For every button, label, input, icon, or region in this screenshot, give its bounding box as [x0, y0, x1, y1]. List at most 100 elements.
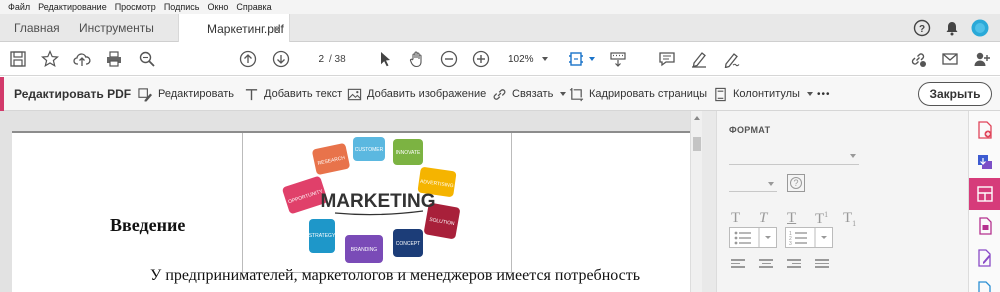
tab-home[interactable]: Главная — [14, 14, 60, 42]
image-icon — [347, 88, 362, 100]
section-heading: Введение — [110, 215, 186, 235]
superscript-icon[interactable]: T1 — [815, 210, 828, 228]
scroll-up-icon[interactable] — [694, 116, 700, 120]
page-fit-caret-icon[interactable] — [586, 49, 596, 69]
link-button[interactable]: Связать — [492, 77, 567, 111]
bulleted-list-select[interactable] — [729, 227, 777, 248]
more-options-icon[interactable]: ••• — [817, 77, 831, 111]
document-viewer[interactable]: RESEARCH CUSTOMER INNOVATE ADVERTISING O… — [0, 111, 702, 292]
zoom-caret-icon[interactable] — [542, 57, 548, 61]
vertical-scrollbar[interactable] — [690, 111, 702, 292]
page-up-icon[interactable] — [238, 49, 258, 69]
crop-pages-button[interactable]: Кадрировать страницы — [569, 77, 707, 111]
edit-button-label: Редактировать — [158, 88, 234, 100]
bubble-customer: CUSTOMER — [355, 147, 384, 153]
print-icon[interactable] — [104, 49, 124, 69]
help-icon[interactable]: ? — [913, 14, 931, 42]
font-family-select[interactable] — [729, 164, 859, 165]
comment-icon[interactable] — [657, 49, 677, 69]
text-style-underline-icon[interactable]: T — [787, 210, 796, 227]
menu-edit[interactable]: Редактирование — [34, 2, 111, 12]
tools-rail — [968, 111, 1000, 292]
numbered-list-select[interactable]: 123 — [785, 227, 833, 248]
align-justify-icon[interactable] — [815, 259, 829, 271]
user-add-icon[interactable] — [972, 49, 992, 69]
menu-file[interactable]: Файл — [4, 2, 34, 12]
zoom-in-icon[interactable] — [471, 49, 491, 69]
header-footer-caret-icon — [806, 92, 813, 96]
font-size-select[interactable] — [729, 191, 777, 192]
edit-text-image-icon — [138, 87, 153, 102]
create-pdf-icon[interactable] — [969, 114, 1000, 146]
bubble-strategy: STRATEGY — [309, 233, 336, 239]
edit-pdf-rail-icon[interactable] — [969, 178, 1000, 210]
organize-pages-icon[interactable] — [969, 210, 1000, 242]
bell-icon[interactable] — [944, 14, 960, 42]
bubble-branding: BRANDING — [351, 247, 378, 253]
header-footer-label: Колонтитулы — [733, 88, 800, 100]
close-edit-button[interactable]: Закрыть — [918, 82, 992, 106]
edit-accent-strip — [0, 77, 4, 111]
svg-text:?: ? — [919, 24, 925, 35]
menu-sign[interactable]: Подпись — [160, 2, 204, 12]
align-right-icon[interactable] — [787, 259, 801, 271]
font-family-caret-icon[interactable] — [850, 154, 856, 158]
crop-icon — [569, 87, 584, 101]
select-cursor-icon[interactable] — [375, 49, 395, 69]
edit-pdf-title: Редактировать PDF — [14, 87, 132, 101]
add-text-button[interactable]: Добавить текст — [244, 77, 342, 111]
align-center-icon[interactable] — [759, 259, 773, 271]
star-icon[interactable] — [40, 49, 60, 69]
tab-close-icon[interactable]: × — [273, 21, 281, 37]
text-style-italic-icon[interactable]: T — [759, 210, 767, 227]
format-panel-title: ФОРМАТ — [729, 125, 771, 135]
svg-text:3: 3 — [789, 241, 792, 247]
edit-pdf-bar: Редактировать PDF Редактировать Добавить… — [0, 77, 1000, 111]
add-image-button[interactable]: Добавить изображение — [347, 77, 486, 111]
more-tools-icon[interactable] — [969, 274, 1000, 292]
add-image-label: Добавить изображение — [367, 88, 487, 100]
tab-document[interactable]: Маркетинг.pdf × — [178, 14, 290, 43]
crop-pages-label: Кадрировать страницы — [589, 88, 708, 100]
search-icon[interactable] — [137, 49, 157, 69]
menu-view[interactable]: Просмотр — [111, 2, 160, 12]
format-help-icon: ? — [790, 177, 802, 189]
edit-button[interactable]: Редактировать — [138, 77, 234, 111]
menu-window[interactable]: Окно — [203, 2, 232, 12]
subscript-icon[interactable]: T1 — [843, 210, 856, 228]
page-total: / 38 — [329, 54, 346, 65]
align-left-icon[interactable] — [731, 259, 745, 271]
menu-help[interactable]: Справка — [232, 2, 275, 12]
font-size-caret-icon[interactable] — [768, 182, 774, 186]
email-icon[interactable] — [940, 49, 960, 69]
link-caret-icon — [560, 92, 567, 96]
tab-bar: Главная Инструменты Маркетинг.pdf × ? — [0, 14, 1000, 43]
scroll-thumb[interactable] — [693, 137, 701, 151]
text-style-plain-icon[interactable]: T — [731, 210, 740, 227]
bubble-innovate: INNOVATE — [396, 150, 421, 156]
sign-pen-icon[interactable] — [722, 49, 742, 69]
menu-bar: Файл Редактирование Просмотр Подпись Окн… — [0, 0, 1000, 14]
header-footer-button[interactable]: Колонтитулы — [713, 77, 813, 111]
header-footer-icon — [715, 87, 726, 101]
hand-tool-icon[interactable] — [407, 49, 427, 69]
zoom-out-icon[interactable] — [439, 49, 459, 69]
page-down-icon[interactable] — [271, 49, 291, 69]
fill-sign-icon[interactable] — [969, 242, 1000, 274]
format-help-button[interactable]: ? — [787, 174, 805, 192]
document-page[interactable]: RESEARCH CUSTOMER INNOVATE ADVERTISING O… — [12, 133, 690, 292]
keyboard-scroll-icon[interactable] — [608, 49, 628, 69]
save-icon[interactable] — [8, 49, 28, 69]
page-fit-icon[interactable] — [567, 49, 587, 69]
share-link-icon[interactable] — [908, 49, 928, 69]
account-avatar[interactable] — [971, 14, 989, 42]
highlight-pen-icon[interactable] — [689, 49, 709, 69]
tab-tools[interactable]: Инструменты — [79, 14, 154, 42]
cloud-upload-icon[interactable] — [72, 49, 92, 69]
panel-gutter — [702, 111, 716, 292]
export-pdf-icon[interactable] — [969, 146, 1000, 178]
add-text-label: Добавить текст — [264, 88, 343, 100]
page-number-input[interactable]: 2 — [303, 51, 329, 68]
marketing-image-frame[interactable]: RESEARCH CUSTOMER INNOVATE ADVERTISING O… — [242, 133, 512, 273]
link-label: Связать — [512, 88, 554, 100]
